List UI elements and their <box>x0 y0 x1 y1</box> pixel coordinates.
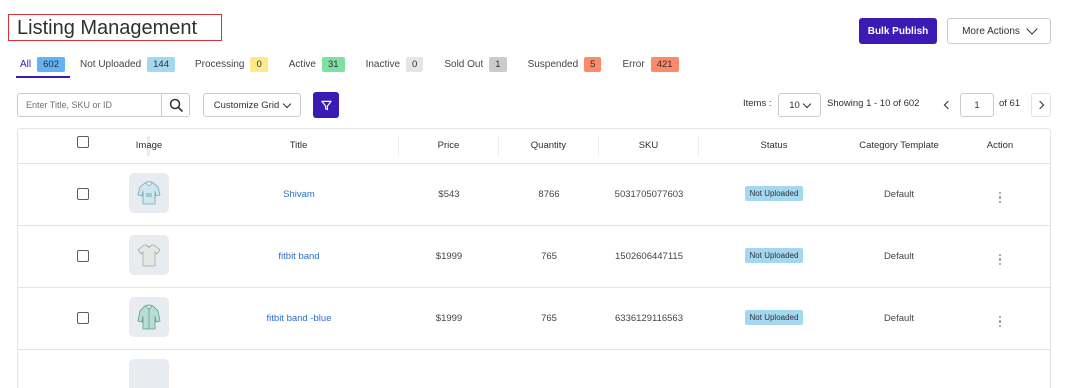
tab-count-badge: 421 <box>650 56 679 72</box>
filter-button[interactable] <box>313 92 339 118</box>
tab-label: Suspended <box>527 58 579 70</box>
search-box <box>17 93 190 117</box>
product-title-link[interactable]: Shivam <box>199 189 399 200</box>
tab-count-badge: 144 <box>147 56 175 72</box>
status-badge: Not Uploaded <box>744 248 804 263</box>
chevron-down-icon <box>282 99 292 108</box>
category-template-cell: Default <box>883 251 915 262</box>
quantity-cell: 8766 <box>538 189 560 200</box>
tab-count-badge: 602 <box>37 56 65 72</box>
status-badge: Not Uploaded <box>744 310 804 325</box>
price-cell: $1999 <box>435 251 463 262</box>
customize-grid-dropdown[interactable]: Customize Grid <box>203 93 301 117</box>
tab-suspended[interactable]: Suspended 5 <box>528 54 602 74</box>
more-actions-label: More Actions <box>962 25 1020 37</box>
status-column-header[interactable]: Status <box>699 136 849 156</box>
search-button[interactable] <box>161 94 189 116</box>
more-options-icon[interactable] <box>998 253 1002 265</box>
image-column-header: Image <box>135 140 163 151</box>
row-checkbox[interactable] <box>77 188 89 200</box>
tab-label: Sold Out <box>444 58 484 70</box>
page-number-input[interactable] <box>960 93 994 117</box>
tab-label: Processing <box>195 58 245 70</box>
tab-label: Not Uploaded <box>79 58 142 70</box>
tshirt-icon <box>137 244 161 267</box>
table-row: Shivam $543 8766 5031705077603 Not Uploa… <box>18 164 1050 226</box>
product-image <box>129 297 169 337</box>
total-pages-text: of 61 <box>999 98 1021 109</box>
tab-sold-out[interactable]: Sold Out 1 <box>444 54 507 74</box>
jacket-icon <box>137 304 161 330</box>
filter-icon <box>320 100 332 110</box>
table-header-row: Image Title Price Quantity SKU Status Ca… <box>18 129 1050 164</box>
product-title-link[interactable]: fitbit band <box>199 251 399 262</box>
sku-column-header[interactable]: SKU <box>599 136 699 156</box>
more-actions-button[interactable]: More Actions <box>947 18 1051 44</box>
items-per-page-select[interactable]: 10 <box>778 93 821 117</box>
chevron-left-icon <box>943 100 952 110</box>
product-image <box>129 359 169 388</box>
sku-cell: 5031705077603 <box>614 189 684 200</box>
tab-processing[interactable]: Processing 0 <box>195 54 268 74</box>
tab-label: Error <box>622 58 645 70</box>
tab-count-badge: 31 <box>322 56 345 72</box>
tab-count-badge: 5 <box>584 56 602 72</box>
quantity-column-header[interactable]: Quantity <box>499 136 599 156</box>
page-title: Listing Management <box>8 14 222 41</box>
showing-range-text: Showing 1 - 10 of 602 <box>827 98 920 109</box>
price-cell: $543 <box>438 189 460 200</box>
table-row: fitbit band -blue $1999 765 633612911656… <box>18 288 1050 350</box>
quantity-cell: 765 <box>541 313 557 324</box>
sku-cell: 6336129116563 <box>615 313 683 324</box>
select-all-cell <box>18 136 148 156</box>
price-column-header[interactable]: Price <box>399 136 499 156</box>
row-checkbox[interactable] <box>77 250 89 262</box>
tab-count-badge: 0 <box>406 56 424 72</box>
select-all-checkbox[interactable] <box>76 136 89 148</box>
tab-all[interactable]: All 602 <box>16 54 70 78</box>
chevron-down-icon <box>802 99 812 108</box>
more-options-icon[interactable] <box>998 191 1002 203</box>
status-badge: Not Uploaded <box>744 186 804 201</box>
title-column-header[interactable]: Title <box>199 136 399 156</box>
tab-error[interactable]: Error 421 <box>622 54 679 74</box>
tab-label: All <box>20 58 32 70</box>
next-page-button[interactable] <box>1031 93 1051 117</box>
price-cell: $1999 <box>435 313 463 324</box>
bulk-publish-button[interactable]: Bulk Publish <box>859 18 937 44</box>
sku-cell: 1502606447115 <box>615 251 683 262</box>
quantity-cell: 765 <box>541 251 557 262</box>
chevron-down-icon <box>1026 23 1038 35</box>
tab-count-badge: 0 <box>250 56 268 72</box>
tab-active[interactable]: Active 31 <box>289 54 345 74</box>
action-column-header: Action <box>986 140 1014 151</box>
more-options-icon[interactable] <box>998 315 1002 327</box>
product-title-link[interactable]: fitbit band -blue <box>199 313 399 324</box>
tab-count-badge: 1 <box>489 56 507 72</box>
tab-inactive[interactable]: Inactive 0 <box>366 54 424 74</box>
product-image <box>129 173 169 213</box>
search-input[interactable] <box>18 94 162 116</box>
previous-page-button[interactable] <box>936 93 956 117</box>
listing-table: Image Title Price Quantity SKU Status Ca… <box>17 128 1051 388</box>
category-template-column-header: Category Template <box>859 140 939 151</box>
hoodie-icon <box>137 181 161 205</box>
category-template-cell: Default <box>883 189 915 200</box>
product-image <box>129 235 169 275</box>
status-tabs: All 602 Not Uploaded 144 Processing 0 Ac… <box>16 54 679 78</box>
table-row: fitbit band $1999 765 1502606447115 Not … <box>18 226 1050 288</box>
row-checkbox[interactable] <box>77 312 89 324</box>
tab-not-uploaded[interactable]: Not Uploaded 144 <box>80 54 175 74</box>
tab-label: Active <box>288 58 316 70</box>
tab-label: Inactive <box>365 58 401 70</box>
table-row <box>18 350 1050 388</box>
items-per-page-label: Items : <box>743 98 772 109</box>
category-template-cell: Default <box>883 313 915 324</box>
customize-grid-label: Customize Grid <box>213 99 280 111</box>
chevron-right-icon <box>1035 100 1044 110</box>
search-icon <box>169 98 183 112</box>
items-per-page-value: 10 <box>789 99 800 111</box>
